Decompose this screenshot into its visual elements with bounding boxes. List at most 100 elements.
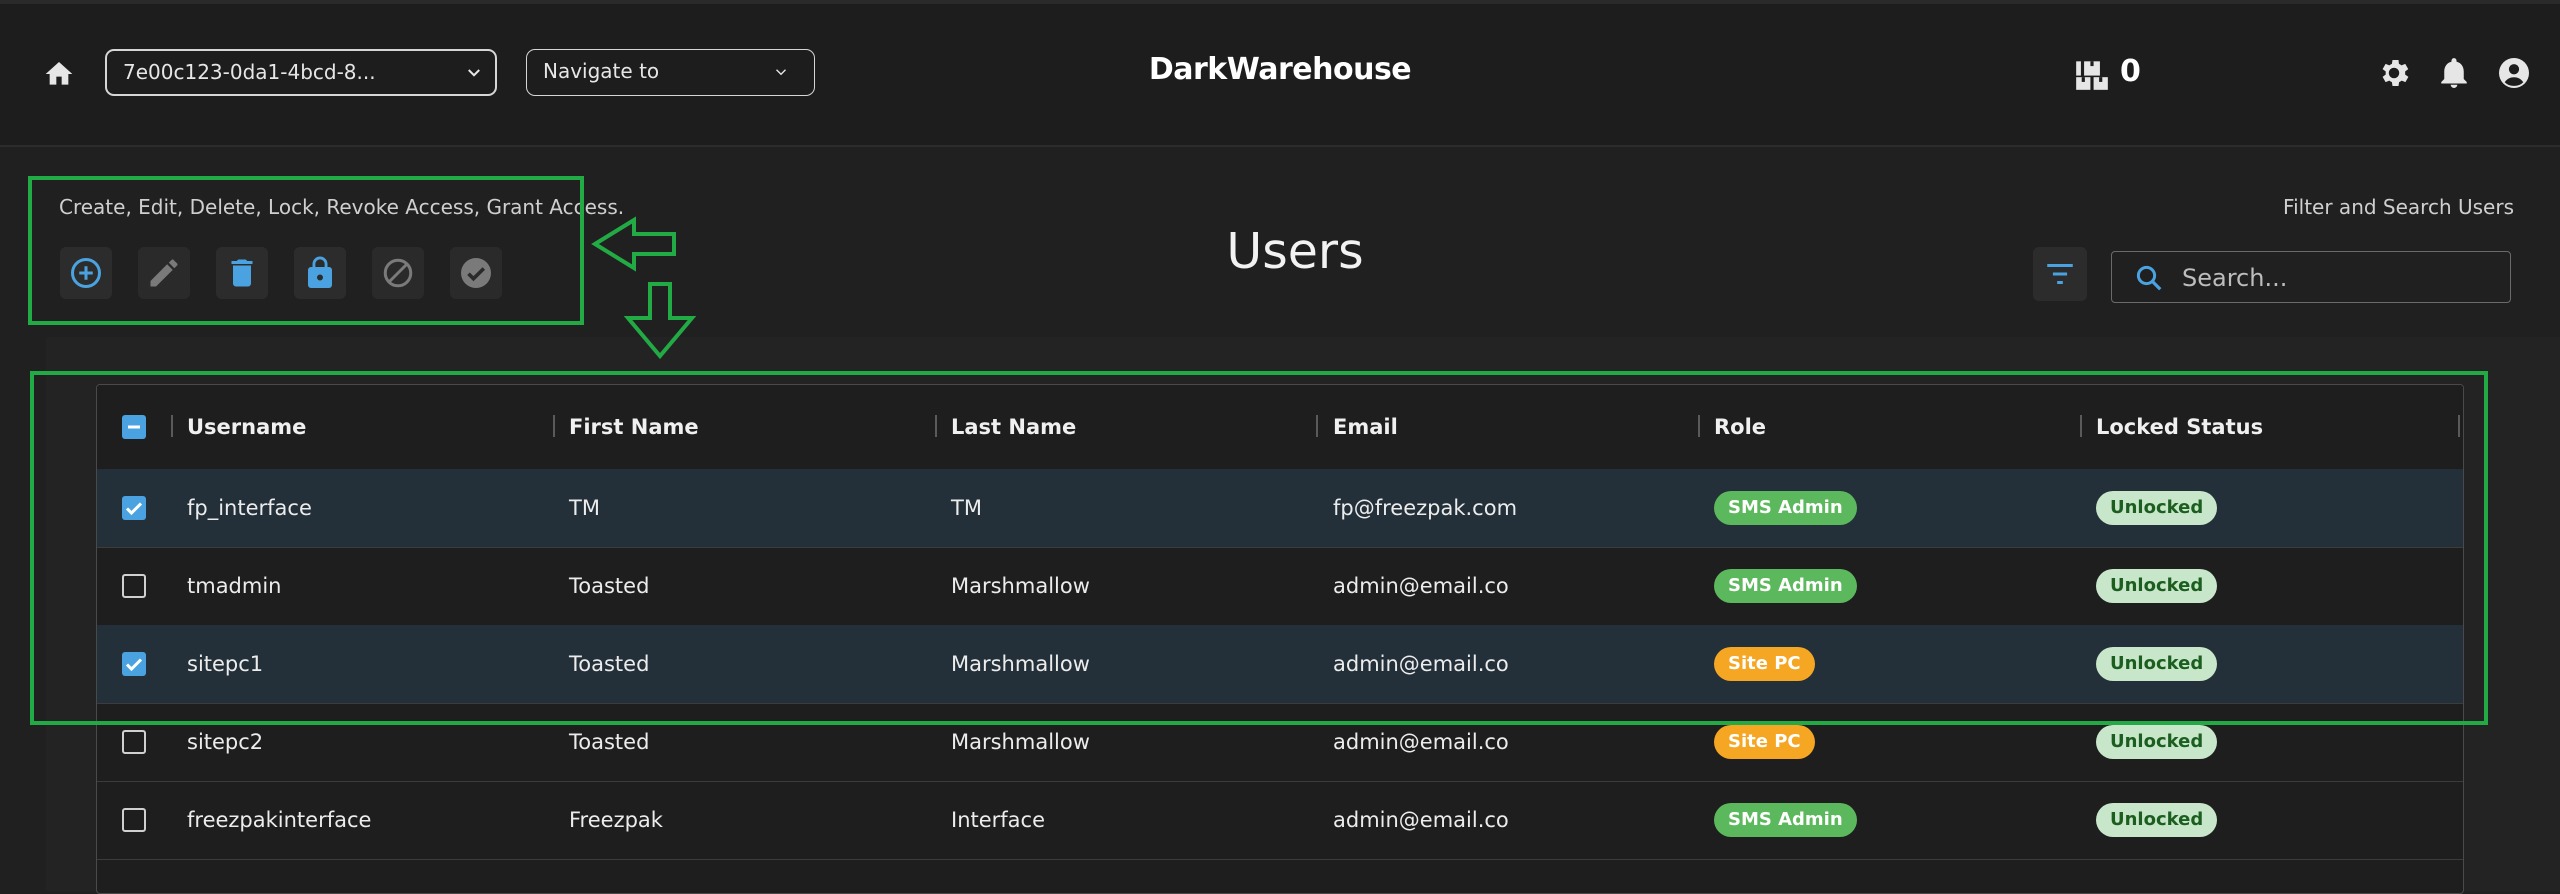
select-all-checkbox[interactable] [122,415,146,439]
create-user-button[interactable] [60,247,112,299]
warehouse-select[interactable]: 7e00c123-0da1-4bcd-8... [105,49,497,96]
lock-user-button[interactable] [294,247,346,299]
chevron-down-icon [468,69,480,77]
users-table: Username First Name Last Name Email Role… [96,384,2464,894]
status-badge: Unlocked [2096,647,2218,681]
cell-locked-status: Unlocked [2096,469,2218,547]
cell-username: tmadmin [187,574,282,598]
top-app-bar: 7e00c123-0da1-4bcd-8... Navigate to Dark… [0,0,2560,147]
table-row[interactable]: fp_interface TM TM fp@freezpak.com SMS A… [97,469,2463,548]
cell-role: Site PC [1714,625,1815,703]
cell-first-name: Freezpak [569,808,663,832]
column-separator[interactable] [2080,415,2082,437]
grant-access-button[interactable] [450,247,502,299]
cell-last-name: Marshmallow [951,574,1090,598]
gear-icon[interactable] [2376,55,2412,91]
brand-title: DarkWarehouse [1148,52,1412,87]
edit-user-button[interactable] [138,247,190,299]
table-row[interactable]: sitepc2 Toasted Marshmallow admin@email.… [97,703,2463,782]
warehouse-select-value: 7e00c123-0da1-4bcd-8... [123,60,376,84]
row-checkbox[interactable] [122,808,146,832]
cell-last-name: Marshmallow [951,730,1090,754]
navigate-placeholder: Navigate to [543,59,660,83]
cell-locked-status: Unlocked [2096,547,2218,625]
cell-role: SMS Admin [1714,547,1857,625]
cell-role: Site PC [1714,703,1815,781]
role-badge: Site PC [1714,725,1815,759]
cell-first-name: TM [569,496,600,520]
cell-locked-status: Unlocked [2096,625,2218,703]
cell-first-name: Toasted [569,652,650,676]
check-icon [125,502,143,516]
cell-email: admin@email.co [1333,808,1509,832]
column-separator[interactable] [935,415,937,437]
column-header-locked-status[interactable]: Locked Status [2096,385,2263,469]
row-checkbox[interactable] [122,496,146,520]
arrow-down-annotation-icon [623,282,697,360]
home-icon[interactable] [42,58,76,90]
cell-last-name: Interface [951,808,1046,832]
cell-email: admin@email.co [1333,730,1509,754]
add-circle-icon [71,258,101,288]
role-badge: SMS Admin [1714,803,1857,837]
delete-user-button[interactable] [216,247,268,299]
cell-first-name: Toasted [569,730,650,754]
arrow-left-annotation-icon [591,216,676,272]
column-separator[interactable] [1698,415,1700,437]
navigate-select[interactable]: Navigate to [526,49,815,96]
table-row[interactable]: tmadmin Toasted Marshmallow admin@email.… [97,547,2463,626]
status-badge: Unlocked [2096,725,2218,759]
cell-role: SMS Admin [1714,781,1857,859]
cell-username: sitepc2 [187,730,264,754]
filter-hint-label: Filter and Search Users [2283,195,2514,219]
cell-email: admin@email.co [1333,574,1509,598]
search-box[interactable] [2111,251,2511,303]
revoke-access-button[interactable] [372,247,424,299]
column-separator[interactable] [1316,415,1318,437]
warehouse-boxes-icon[interactable] [2072,55,2112,93]
cell-locked-status: Unlocked [2096,703,2218,781]
pencil-icon [150,259,178,287]
cell-role: SMS Admin [1714,469,1857,547]
page-title: Users [1226,223,1364,280]
actions-description: Create, Edit, Delete, Lock, Revoke Acces… [59,195,625,219]
filter-button[interactable] [2033,247,2087,301]
cell-last-name: Marshmallow [951,652,1090,676]
row-checkbox[interactable] [122,574,146,598]
status-badge: Unlocked [2096,569,2218,603]
role-badge: Site PC [1714,647,1815,681]
top-strip [0,0,2560,4]
column-separator [171,415,173,437]
cell-username: freezpakinterface [187,808,372,832]
cell-locked-status: Unlocked [2096,781,2218,859]
table-header-row: Username First Name Last Name Email Role… [97,385,2463,470]
block-icon [383,258,413,288]
table-row[interactable]: sitepc1 Toasted Marshmallow admin@email.… [97,625,2463,704]
bell-icon[interactable] [2436,55,2472,91]
column-separator[interactable] [2458,415,2460,437]
role-badge: SMS Admin [1714,569,1857,603]
account-icon[interactable] [2496,55,2532,91]
role-badge: SMS Admin [1714,491,1857,525]
table-row[interactable]: freezpakinterface Freezpak Interface adm… [97,781,2463,860]
column-separator[interactable] [553,415,555,437]
cell-username: fp_interface [187,496,312,520]
cell-email: fp@freezpak.com [1333,496,1518,520]
column-header-first-name[interactable]: First Name [569,385,699,469]
column-header-email[interactable]: Email [1333,385,1398,469]
check-circle-icon [461,258,491,288]
search-input[interactable] [2180,260,2484,296]
column-header-role[interactable]: Role [1714,385,1766,469]
chevron-down-icon [776,69,786,76]
cell-last-name: TM [951,496,982,520]
column-header-last-name[interactable]: Last Name [951,385,1076,469]
row-checkbox[interactable] [122,652,146,676]
cell-first-name: Toasted [569,574,650,598]
indeterminate-icon [128,425,140,429]
status-badge: Unlocked [2096,803,2218,837]
column-header-username[interactable]: Username [187,385,306,469]
cart-count: 0 [2120,54,2141,89]
row-checkbox[interactable] [122,730,146,754]
trash-icon [231,259,253,287]
cell-email: admin@email.co [1333,652,1509,676]
